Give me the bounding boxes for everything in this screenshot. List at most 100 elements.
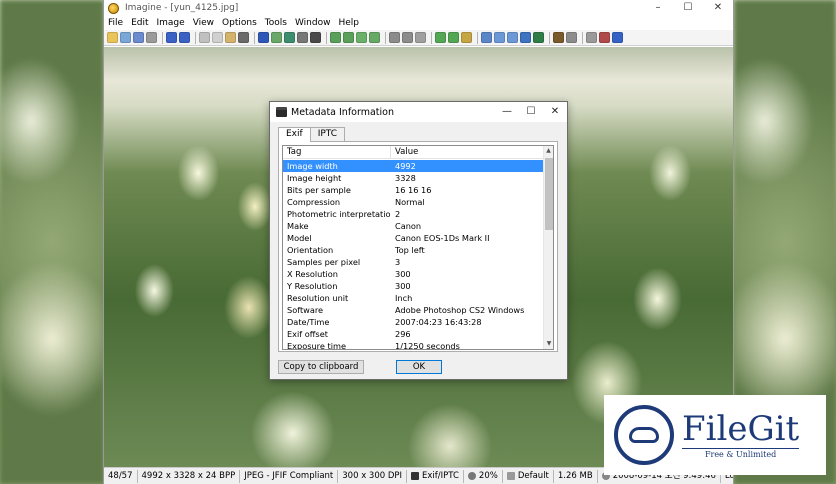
toolbar-separator — [195, 31, 196, 44]
vertical-scrollbar[interactable]: ▲ ▼ — [543, 146, 553, 349]
table-row[interactable]: Bits per sample 16 16 16 — [283, 184, 545, 196]
help-icon[interactable] — [612, 32, 623, 43]
status-dimensions: 4992 x 3328 x 24 BPP — [138, 469, 241, 483]
adjust-icon[interactable] — [297, 32, 308, 43]
window-3-icon[interactable] — [507, 32, 518, 43]
next-icon[interactable] — [179, 32, 190, 43]
fit-icon[interactable] — [415, 32, 426, 43]
plugins-icon[interactable] — [586, 32, 597, 43]
toolbar-separator — [162, 31, 163, 44]
window-1-icon[interactable] — [481, 32, 492, 43]
table-row[interactable]: Compression Normal — [283, 196, 545, 208]
title-bar[interactable]: Imagine - [yun_4125.jpg] – ☐ ✕ — [104, 0, 733, 16]
table-row[interactable]: Resolution unit Inch — [283, 292, 545, 304]
menu-tools[interactable]: Tools — [265, 18, 287, 28]
menu-view[interactable]: View — [193, 18, 214, 28]
table-row[interactable]: Software Adobe Photoshop CS2 Windows — [283, 304, 545, 316]
column-value[interactable]: Value — [391, 146, 543, 158]
save-icon[interactable] — [133, 32, 144, 43]
table-row[interactable]: Exif offset 296 — [283, 328, 545, 340]
dialog-minimize-button[interactable]: — — [495, 102, 519, 122]
mirror-icon[interactable] — [369, 32, 380, 43]
paste-icon[interactable] — [225, 32, 236, 43]
slideshow-icon[interactable] — [520, 32, 531, 43]
minimize-button[interactable]: – — [643, 0, 673, 16]
rotate-right-icon[interactable] — [343, 32, 354, 43]
column-tag[interactable]: Tag — [283, 146, 391, 158]
magnify-icon[interactable] — [461, 32, 472, 43]
table-row[interactable]: Model Canon EOS-1Ds Mark II — [283, 232, 545, 244]
status-exif[interactable]: Exif/IPTC — [407, 469, 464, 483]
filter-icon[interactable] — [599, 32, 610, 43]
undo-icon[interactable] — [238, 32, 249, 43]
zoom-out-icon[interactable] — [402, 32, 413, 43]
metadata-dialog: Metadata Information — ☐ ✕ Exif IPTC Tag… — [269, 101, 568, 380]
image-icon[interactable] — [271, 32, 282, 43]
row-tag: Exif offset — [287, 329, 328, 339]
menu-options[interactable]: Options — [222, 18, 257, 28]
info-icon[interactable] — [258, 32, 269, 43]
dialog-title-bar[interactable]: Metadata Information — ☐ ✕ — [270, 102, 567, 122]
app-icon — [108, 2, 119, 14]
zoom-in-icon[interactable] — [389, 32, 400, 43]
crop-icon[interactable] — [310, 32, 321, 43]
table-row[interactable]: Make Canon — [283, 220, 545, 232]
dialog-maximize-button[interactable]: ☐ — [519, 102, 543, 122]
landscape-icon[interactable] — [533, 32, 544, 43]
table-row[interactable]: Y Resolution 300 — [283, 280, 545, 292]
row-tag: X Resolution — [287, 269, 338, 279]
metadata-list[interactable]: Tag Value Image width 4992 Image height 332… — [282, 145, 554, 350]
table-row[interactable]: Exposure time 1/1250 seconds — [283, 340, 545, 350]
table-row[interactable]: Orientation Top left — [283, 244, 545, 256]
menu-help[interactable]: Help — [338, 18, 359, 28]
settings-icon[interactable] — [566, 32, 577, 43]
row-tag: Y Resolution — [287, 281, 338, 291]
cut-icon[interactable] — [199, 32, 210, 43]
window-2-icon[interactable] — [494, 32, 505, 43]
exif-icon[interactable] — [553, 32, 564, 43]
status-zoom[interactable]: 20% — [464, 469, 503, 483]
tab-iptc[interactable]: IPTC — [309, 127, 346, 141]
filegit-logo — [614, 405, 674, 465]
browse-icon[interactable] — [120, 32, 131, 43]
scroll-up-icon[interactable]: ▲ — [544, 146, 553, 156]
scroll-thumb[interactable] — [545, 158, 553, 230]
maximize-button[interactable]: ☐ — [673, 0, 703, 16]
menu-edit[interactable]: Edit — [131, 18, 148, 28]
close-button[interactable]: ✕ — [703, 0, 733, 16]
green-tool-1-icon[interactable] — [435, 32, 446, 43]
copy-icon[interactable] — [212, 32, 223, 43]
row-value: Canon EOS-1Ds Mark II — [395, 233, 490, 243]
prev-icon[interactable] — [166, 32, 177, 43]
row-value: 296 — [395, 329, 411, 339]
print-icon[interactable] — [146, 32, 157, 43]
row-value: 1/1250 seconds — [395, 341, 460, 350]
menu-image[interactable]: Image — [157, 18, 185, 28]
row-value: Normal — [395, 197, 425, 207]
table-row[interactable]: Image width 4992 — [283, 160, 545, 172]
green-tool-2-icon[interactable] — [448, 32, 459, 43]
menu-file[interactable]: File — [108, 18, 123, 28]
ok-button[interactable]: OK — [396, 360, 442, 374]
row-value: Adobe Photoshop CS2 Windows — [395, 305, 525, 315]
cloud-icon — [629, 427, 659, 443]
table-row[interactable]: X Resolution 300 — [283, 268, 545, 280]
menu-window[interactable]: Window — [295, 18, 331, 28]
tab-exif[interactable]: Exif — [278, 127, 311, 142]
row-tag: Resolution unit — [287, 293, 349, 303]
status-exif-label: Exif/IPTC — [422, 470, 459, 481]
effect-icon[interactable] — [284, 32, 295, 43]
table-row[interactable]: Date/Time 2007:04:23 16:43:28 — [283, 316, 545, 328]
rotate-left-icon[interactable] — [330, 32, 341, 43]
table-row[interactable]: Photometric interpretation 2 — [283, 208, 545, 220]
table-row[interactable]: Image height 3328 — [283, 172, 545, 184]
table-row[interactable]: Samples per pixel 3 — [283, 256, 545, 268]
status-zoom-label: 20% — [478, 470, 498, 481]
open-icon[interactable] — [107, 32, 118, 43]
status-profile[interactable]: Default — [503, 469, 554, 483]
flip-icon[interactable] — [356, 32, 367, 43]
dialog-close-button[interactable]: ✕ — [543, 102, 567, 122]
scroll-down-icon[interactable]: ▼ — [544, 339, 553, 349]
copy-to-clipboard-button[interactable]: Copy to clipboard — [278, 360, 364, 374]
row-tag: Bits per sample — [287, 185, 351, 195]
